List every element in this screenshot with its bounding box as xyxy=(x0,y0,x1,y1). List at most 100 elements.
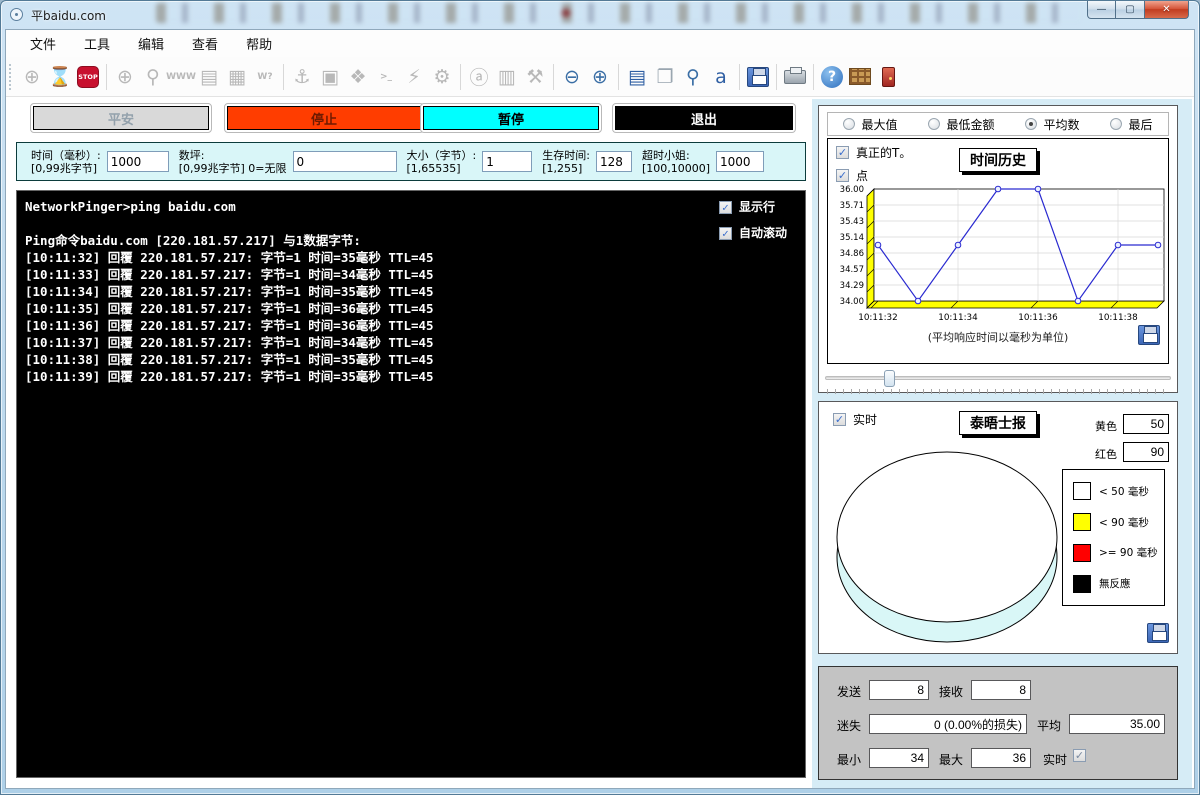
save-chart-icon[interactable] xyxy=(1138,325,1160,345)
puzzle-grid-icon[interactable]: ▦ xyxy=(224,63,250,91)
setting-hint: [1,65535] xyxy=(407,162,477,175)
red-threshold-label: 红色 xyxy=(1095,446,1117,462)
waffle-tool-icon[interactable] xyxy=(847,63,873,91)
time-history-chart: 36.0035.7135.4335.1434.8634.5734.2934.00… xyxy=(828,185,1170,325)
trace-ship-icon[interactable]: ⚓ xyxy=(289,63,315,91)
www-scan-icon[interactable]: WWW xyxy=(168,63,194,91)
setting-field-1: 数坪:[0,99兆字节] 0=无限 xyxy=(179,149,397,175)
radio-2[interactable] xyxy=(1025,118,1037,130)
app-icon xyxy=(10,8,23,21)
console-line: [10:11:37] 回覆 220.181.57.217: 字节=1 时间=34… xyxy=(25,334,805,351)
chart-option-1[interactable]: ✓ xyxy=(836,169,849,182)
exit-icon[interactable] xyxy=(875,63,901,91)
save-pie-icon[interactable] xyxy=(1147,623,1169,643)
legend-item-1: < 90 毫秒 xyxy=(1073,513,1164,531)
stop-icon[interactable]: STOP xyxy=(75,63,101,91)
yellow-threshold-input[interactable] xyxy=(1123,414,1169,434)
menu-item-0[interactable]: 文件 xyxy=(20,31,66,56)
zoom-in-icon[interactable]: ⊕ xyxy=(587,63,613,91)
svg-text:10:11:36: 10:11:36 xyxy=(1018,313,1058,323)
ping-console[interactable]: ✓显示行✓自动滚动 NetworkPinger>ping baidu.com P… xyxy=(16,190,806,778)
screw-icon[interactable]: ⚙ xyxy=(429,63,455,91)
console-option-1[interactable]: ✓ xyxy=(719,227,732,240)
whois-a-icon[interactable]: ⓐ xyxy=(466,63,492,91)
target-icon[interactable]: ⊕ xyxy=(19,63,45,91)
ping-target-icon[interactable]: ⊕ xyxy=(112,63,138,91)
radio-3[interactable] xyxy=(1110,118,1122,130)
sent-value xyxy=(869,680,929,700)
red-threshold-input[interactable] xyxy=(1123,442,1169,462)
wmi-icon[interactable]: W? xyxy=(252,63,278,91)
history-slider[interactable] xyxy=(825,369,1171,391)
legend-swatch-1 xyxy=(1073,513,1091,531)
stats-realtime-checkbox[interactable]: ✓ xyxy=(1073,749,1086,762)
maximize-button[interactable]: ▢ xyxy=(1116,1,1144,19)
pie-legend: < 50 毫秒< 90 毫秒>= 90 毫秒無反應 xyxy=(1062,469,1165,606)
sent-label: 发送 xyxy=(837,683,861,700)
svg-text:34.29: 34.29 xyxy=(840,281,864,291)
pause-button[interactable]: 暂停 xyxy=(423,106,599,130)
window-cards-icon[interactable]: ❖ xyxy=(345,63,371,91)
console-option-0-row: ✓显示行 xyxy=(719,199,787,216)
setting-input-2[interactable] xyxy=(482,151,532,172)
menu-item-3[interactable]: 查看 xyxy=(182,31,228,56)
radio-1[interactable] xyxy=(928,118,940,130)
pie-realtime[interactable]: ✓ xyxy=(833,413,846,426)
setting-input-4[interactable] xyxy=(716,151,764,172)
safe-button[interactable]: 平安 xyxy=(33,106,209,130)
setting-input-0[interactable] xyxy=(107,151,169,172)
find-icon[interactable]: ⚲ xyxy=(680,63,706,91)
legend-swatch-3 xyxy=(1073,575,1091,593)
search-globe-icon[interactable]: ⚲ xyxy=(140,63,166,91)
toolbar-separator xyxy=(460,64,461,90)
window-body: 文件工具编辑查看帮助 ⊕⌛STOP⊕⚲WWW▤▦W?⚓▣❖>_⚡⚙ⓐ▥⚒⊖⊕▤❐… xyxy=(5,29,1195,789)
logs-icon[interactable]: ▤ xyxy=(624,63,650,91)
max-value xyxy=(971,748,1031,768)
list-search-icon[interactable]: ▤ xyxy=(196,63,222,91)
slider-track[interactable] xyxy=(825,376,1171,380)
tools-icon[interactable]: ⚒ xyxy=(522,63,548,91)
menu-bar: 文件工具编辑查看帮助 xyxy=(6,30,1194,57)
setting-input-3[interactable] xyxy=(596,151,632,172)
chart-option-0[interactable]: ✓ xyxy=(836,146,849,159)
console-option-0[interactable]: ✓ xyxy=(719,201,732,214)
slider-thumb[interactable] xyxy=(884,370,895,387)
setting-input-1[interactable] xyxy=(293,151,397,172)
lost-value xyxy=(869,714,1027,734)
app-window: 平baidu.com — ▢ ✕ 文件工具编辑查看帮助 ⊕⌛STOP⊕⚲WWW▤… xyxy=(0,0,1200,795)
legend-label-1: < 90 毫秒 xyxy=(1099,515,1149,530)
svg-text:35.43: 35.43 xyxy=(840,217,864,227)
zoom-out-icon[interactable]: ⊖ xyxy=(559,63,585,91)
console-line: [10:11:35] 回覆 220.181.57.217: 字节=1 时间=36… xyxy=(25,300,805,317)
print-icon[interactable] xyxy=(782,63,808,91)
plug-icon[interactable]: ⚡ xyxy=(401,63,427,91)
console-line: NetworkPinger>ping baidu.com xyxy=(25,198,805,215)
pie-realtime-row: ✓实时 xyxy=(833,411,877,428)
radio-0[interactable] xyxy=(843,118,855,130)
response-pie-panel: ✓实时 泰晤士报 黄色 红色 < 50 毫秒< 90 毫秒>= 90 毫秒無反應 xyxy=(818,401,1178,654)
screen: 平baidu.com — ▢ ✕ 文件工具编辑查看帮助 ⊕⌛STOP⊕⚲WWW▤… xyxy=(0,0,1200,795)
minimize-button[interactable]: — xyxy=(1087,1,1116,19)
console-line: [10:11:34] 回覆 220.181.57.217: 字节=1 时间=35… xyxy=(25,283,805,300)
hourglass-icon[interactable]: ⌛ xyxy=(47,63,73,91)
exit-button[interactable]: 退出 xyxy=(615,106,793,130)
stop-button[interactable]: 停止 xyxy=(227,106,421,130)
menu-item-4[interactable]: 帮助 xyxy=(236,31,282,56)
title-bar[interactable]: 平baidu.com — ▢ ✕ xyxy=(1,1,1199,29)
menu-item-2[interactable]: 编辑 xyxy=(128,31,174,56)
received-label: 接收 xyxy=(939,683,963,700)
help-icon[interactable]: ? xyxy=(819,63,845,91)
pie-realtime-check: ✓实时 xyxy=(833,411,877,428)
console-options: ✓显示行✓自动滚动 xyxy=(719,199,787,242)
statistics-panel: 发送 接收 迷失 平均 最小 最大 实时 ✓ xyxy=(818,666,1178,780)
save-icon[interactable] xyxy=(745,63,771,91)
menu-item-1[interactable]: 工具 xyxy=(74,31,120,56)
font-icon[interactable]: a xyxy=(708,63,734,91)
close-button[interactable]: ✕ xyxy=(1144,1,1189,19)
copy-icon[interactable]: ❐ xyxy=(652,63,678,91)
terminal-icon[interactable]: >_ xyxy=(373,63,399,91)
bank-icon[interactable]: ▥ xyxy=(494,63,520,91)
computers-icon[interactable]: ▣ xyxy=(317,63,343,91)
minimize-icon: — xyxy=(1097,4,1107,15)
setting-field-0: 时间（毫秒）:[0,99兆字节] xyxy=(31,149,169,175)
